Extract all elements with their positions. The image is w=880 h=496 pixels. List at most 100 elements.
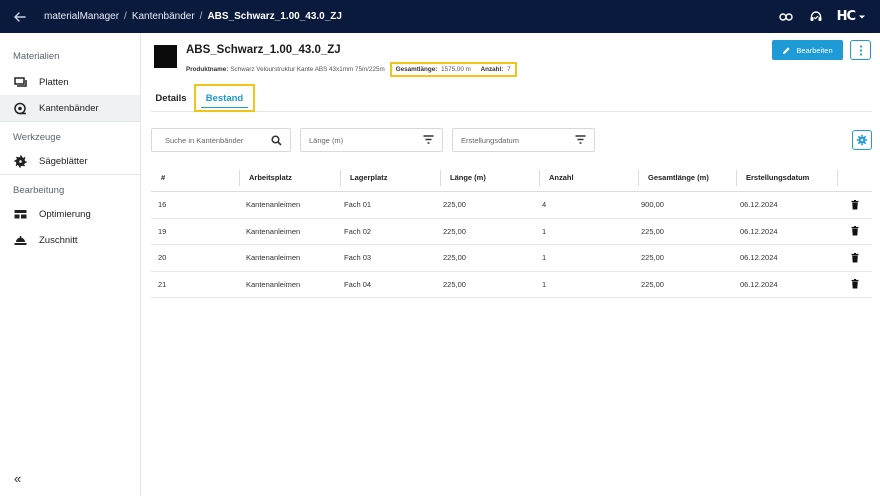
cell-gesamtlaenge: 225,00	[641, 226, 664, 236]
sidebar-section-title: Bearbeitung	[13, 185, 65, 196]
cell-arbeitsplatz: Kantenanleimen	[246, 226, 301, 236]
breadcrumb-item-kantenbaender[interactable]: Kantenbänder	[132, 11, 195, 22]
sidebar: Materialien Platten Kantenbänder Werkzeu…	[0, 33, 141, 496]
summary-highlight: Gesamtlänge: 1575,00 m Anzahl: 7	[389, 62, 517, 77]
sidebar-item-label: Kantenbänder	[39, 102, 99, 114]
cell-laenge: 225,00	[443, 200, 466, 210]
cell-anzahl: 4	[542, 200, 547, 210]
date-filter[interactable]: Erstellungsdatum	[452, 128, 595, 152]
column-header-lagerplatz[interactable]: Lagerplatz	[340, 164, 440, 192]
filter-icon[interactable]	[423, 135, 434, 146]
cell-laenge: 225,00	[443, 226, 466, 236]
sidebar-item-saegeblaetter[interactable]: Sägeblätter	[0, 148, 140, 174]
cell-erstellungsdatum: 06.12.2024	[740, 279, 778, 289]
edit-button[interactable]: Bearbeiten	[772, 40, 843, 60]
cell-arbeitsplatz: Kantenanleimen	[246, 279, 301, 289]
total-length-label: Gesamtlänge:	[395, 66, 438, 73]
sidebar-section-title: Materialien	[13, 51, 60, 62]
cell-gesamtlaenge: 225,00	[641, 279, 664, 289]
tab-details[interactable]: Details	[151, 84, 191, 112]
column-header-actions	[837, 164, 872, 192]
support-headset-icon[interactable]	[801, 0, 831, 33]
sidebar-item-label: Sägeblätter	[39, 155, 88, 167]
cutting-icon	[13, 233, 27, 247]
table-row[interactable]: 21 Kantenanleimen Fach 04 225,00 1 225,0…	[151, 272, 872, 298]
cell-number: 16	[158, 200, 167, 210]
delete-icon[interactable]	[847, 250, 863, 266]
sidebar-item-label: Platten	[39, 76, 69, 88]
column-header-erstellungsdatum[interactable]: Erstellungsdatum	[736, 164, 837, 192]
cell-erstellungsdatum: 06.12.2024	[740, 200, 778, 210]
product-meta: Produktname: Schwarz Velourstruktur Kant…	[186, 62, 517, 77]
collapse-sidebar-button[interactable]: «	[14, 471, 21, 486]
column-header-laenge[interactable]: Länge (m)	[440, 164, 539, 192]
search-input[interactable]: Suche in Kantenbänder	[151, 128, 291, 152]
brand-logo: HC	[836, 9, 856, 24]
date-filter-placeholder: Erstellungsdatum	[461, 135, 519, 145]
column-header-arbeitsplatz[interactable]: Arbeitsplatz	[239, 164, 340, 192]
tab-bar: Details Bestand	[151, 84, 872, 112]
breadcrumb: materialManager / Kantenbänder / ABS_Sch…	[44, 11, 342, 22]
count-label: Anzahl:	[480, 66, 504, 73]
cell-number: 21	[158, 279, 167, 289]
cell-lagerplatz: Fach 01	[344, 200, 372, 210]
pencil-icon	[783, 46, 790, 54]
table-row[interactable]: 16 Kantenanleimen Fach 01 225,00 4 900,0…	[151, 192, 872, 219]
cell-laenge: 225,00	[443, 253, 466, 263]
sidebar-item-zuschnitt[interactable]: Zuschnitt	[0, 227, 140, 253]
edit-button-label: Bearbeiten	[796, 45, 833, 55]
more-options-button[interactable]	[850, 40, 871, 60]
cell-lagerplatz: Fach 02	[344, 226, 372, 236]
cell-number: 19	[158, 226, 167, 236]
search-placeholder: Suche in Kantenbänder	[165, 135, 244, 145]
panel-icon	[13, 75, 27, 89]
cell-arbeitsplatz: Kantenanleimen	[246, 200, 301, 210]
product-name-value: Schwarz Velourstruktur Kante ABS 43x1mm …	[230, 66, 385, 73]
cell-erstellungsdatum: 06.12.2024	[740, 226, 778, 236]
length-filter[interactable]: Länge (m)	[300, 128, 443, 152]
cell-lagerplatz: Fach 03	[344, 253, 372, 263]
cell-erstellungsdatum: 06.12.2024	[740, 253, 778, 263]
sidebar-section-title: Werkzeuge	[13, 132, 61, 143]
filter-icon[interactable]	[575, 135, 586, 146]
table-settings-button[interactable]	[852, 130, 872, 150]
length-filter-placeholder: Länge (m)	[309, 135, 344, 145]
cell-anzahl: 1	[542, 226, 547, 236]
user-menu[interactable]: HC	[837, 9, 866, 24]
sidebar-item-optimierung[interactable]: Optimierung	[0, 201, 140, 227]
table-header: # Arbeitsplatz Lagerplatz Länge (m) Anza…	[151, 164, 872, 192]
inventory-table: # Arbeitsplatz Lagerplatz Länge (m) Anza…	[151, 164, 872, 298]
column-header-gesamtlaenge[interactable]: Gesamtlänge (m)	[638, 164, 736, 192]
sidebar-item-label: Zuschnitt	[39, 234, 78, 246]
breadcrumb-item-current: ABS_Schwarz_1.00_43.0_ZJ	[207, 11, 342, 22]
delete-icon[interactable]	[847, 197, 863, 213]
sidebar-item-kantenbaender[interactable]: Kantenbänder	[0, 95, 140, 121]
gear-icon	[856, 134, 868, 146]
page-title: ABS_Schwarz_1.00_43.0_ZJ	[186, 44, 341, 56]
delete-icon[interactable]	[847, 276, 863, 292]
sidebar-item-platten[interactable]: Platten	[0, 69, 140, 95]
cell-anzahl: 1	[542, 279, 547, 289]
delete-icon[interactable]	[847, 223, 863, 239]
total-length-value: 1575,00 m	[441, 66, 471, 73]
back-arrow-icon[interactable]	[0, 0, 40, 33]
cell-lagerplatz: Fach 04	[344, 279, 372, 289]
cell-laenge: 225,00	[443, 279, 466, 289]
tab-bestand[interactable]: Bestand	[194, 84, 255, 112]
top-bar: materialManager / Kantenbänder / ABS_Sch…	[0, 0, 880, 33]
chevron-down-icon	[859, 15, 865, 18]
count-value: 7	[507, 66, 511, 73]
column-header-anzahl[interactable]: Anzahl	[539, 164, 638, 192]
cell-gesamtlaenge: 225,00	[641, 253, 664, 263]
product-name-label: Produktname:	[186, 66, 229, 73]
color-swatch	[154, 45, 177, 68]
table-row[interactable]: 20 Kantenanleimen Fach 03 225,00 1 225,0…	[151, 245, 872, 272]
search-icon[interactable]	[271, 135, 282, 148]
sidebar-item-label: Optimierung	[39, 208, 91, 220]
column-header-number[interactable]: #	[151, 164, 239, 192]
table-row[interactable]: 19 Kantenanleimen Fach 02 225,00 1 225,0…	[151, 219, 872, 245]
cell-anzahl: 1	[542, 253, 547, 263]
breadcrumb-item-app[interactable]: materialManager	[44, 11, 119, 22]
edge-band-icon	[13, 101, 27, 115]
link-icon[interactable]	[771, 0, 801, 33]
